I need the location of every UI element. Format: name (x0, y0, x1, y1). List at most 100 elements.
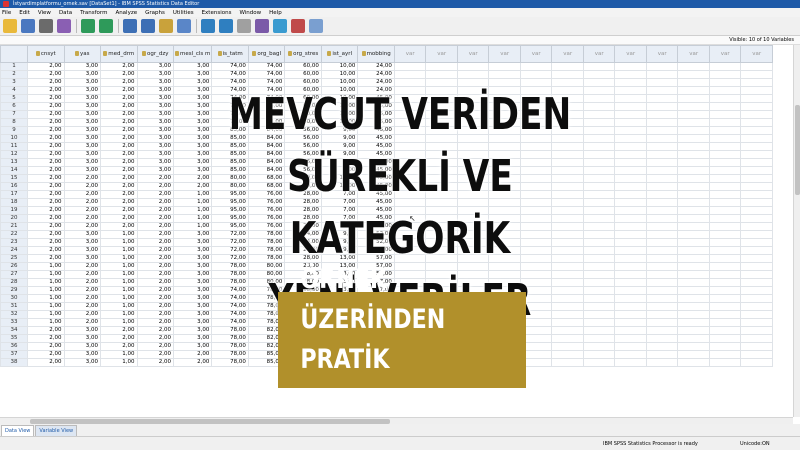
data-cell[interactable]: 2,00 (100, 70, 138, 79)
empty-cell[interactable] (740, 118, 773, 127)
empty-cell[interactable] (677, 134, 710, 143)
empty-cell[interactable] (677, 230, 710, 239)
row-number[interactable]: 32 (0, 310, 28, 319)
empty-cell[interactable] (708, 302, 742, 311)
menu-item-transform[interactable]: Transform (80, 10, 107, 16)
data-cell[interactable]: 3,00 (63, 78, 101, 87)
empty-cell[interactable] (677, 246, 710, 255)
data-cell[interactable]: 2,00 (136, 198, 174, 207)
empty-cell[interactable] (708, 254, 742, 263)
data-cell[interactable]: 2,00 (27, 110, 65, 119)
data-cell[interactable]: 74,00 (211, 70, 249, 79)
empty-cell[interactable] (677, 294, 710, 303)
data-cell[interactable]: 2,00 (100, 78, 138, 87)
empty-cell[interactable] (677, 318, 710, 327)
data-cell[interactable]: 3,00 (63, 342, 101, 351)
data-cell[interactable]: 1,00 (100, 270, 138, 279)
empty-cell[interactable] (677, 174, 710, 183)
data-cell[interactable]: 60,00 (284, 62, 322, 71)
data-cell[interactable]: 3,00 (63, 358, 101, 367)
empty-column-header[interactable]: var (456, 45, 490, 63)
empty-cell[interactable] (645, 158, 679, 167)
empty-cell[interactable] (677, 206, 710, 215)
empty-cell[interactable] (740, 350, 773, 359)
data-cell[interactable]: 2,00 (136, 318, 174, 327)
data-cell[interactable]: 2,00 (136, 342, 174, 351)
row-number[interactable]: 8 (0, 118, 28, 127)
column-header[interactable]: is_tatm (211, 45, 249, 63)
empty-cell[interactable] (708, 358, 742, 367)
row-number[interactable]: 9 (0, 126, 28, 135)
redo-icon[interactable] (99, 19, 113, 33)
row-number[interactable]: 11 (0, 142, 28, 151)
empty-cell[interactable] (677, 334, 710, 343)
vertical-scrollbar[interactable] (793, 45, 800, 417)
data-cell[interactable]: 2,00 (27, 174, 65, 183)
empty-cell[interactable] (645, 182, 679, 191)
empty-cell[interactable] (708, 342, 742, 351)
row-number[interactable]: 33 (0, 318, 28, 327)
empty-cell[interactable] (519, 70, 553, 79)
empty-cell[interactable] (614, 126, 647, 135)
data-cell[interactable]: 2,00 (100, 206, 138, 215)
empty-cell[interactable] (488, 70, 521, 79)
empty-cell[interactable] (677, 158, 710, 167)
empty-cell[interactable] (677, 326, 710, 335)
empty-cell[interactable] (614, 118, 647, 127)
empty-cell[interactable] (708, 174, 742, 183)
data-cell[interactable]: 2,00 (27, 190, 65, 199)
column-header[interactable]: mobbing (357, 45, 395, 63)
row-number[interactable]: 2 (0, 70, 28, 79)
insert-cases-icon[interactable] (201, 19, 215, 33)
empty-cell[interactable] (488, 62, 521, 71)
data-cell[interactable]: 2,00 (100, 342, 138, 351)
menu-item-analyze[interactable]: Analyze (115, 10, 137, 16)
empty-cell[interactable] (708, 262, 742, 271)
data-cell[interactable]: 2,00 (136, 206, 174, 215)
empty-cell[interactable] (645, 230, 679, 239)
row-number[interactable]: 25 (0, 254, 28, 263)
data-cell[interactable]: 2,00 (100, 222, 138, 231)
empty-cell[interactable] (677, 342, 710, 351)
empty-cell[interactable] (740, 278, 773, 287)
data-cell[interactable]: 2,00 (136, 262, 174, 271)
data-cell[interactable]: 2,00 (27, 350, 65, 359)
empty-cell[interactable] (740, 94, 773, 103)
data-cell[interactable]: 2,00 (100, 182, 138, 191)
data-cell[interactable]: 2,00 (63, 270, 101, 279)
empty-cell[interactable] (708, 278, 742, 287)
column-header[interactable]: cnsyt (27, 45, 65, 63)
data-cell[interactable]: 3,00 (63, 110, 101, 119)
data-cell[interactable]: 3,00 (136, 94, 174, 103)
row-number[interactable]: 22 (0, 230, 28, 239)
data-cell[interactable]: 2,00 (136, 246, 174, 255)
empty-column-header[interactable]: var (614, 45, 647, 63)
data-cell[interactable]: 2,00 (136, 334, 174, 343)
empty-cell[interactable] (740, 158, 773, 167)
empty-cell[interactable] (645, 270, 679, 279)
empty-cell[interactable] (614, 310, 647, 319)
data-cell[interactable]: 2,00 (63, 174, 101, 183)
empty-cell[interactable] (708, 190, 742, 199)
data-cell[interactable]: 3,00 (136, 142, 174, 151)
empty-cell[interactable] (677, 262, 710, 271)
row-number[interactable]: 37 (0, 350, 28, 359)
empty-cell[interactable] (614, 198, 647, 207)
empty-cell[interactable] (740, 62, 773, 71)
empty-cell[interactable] (614, 102, 647, 111)
empty-cell[interactable] (740, 254, 773, 263)
empty-cell[interactable] (740, 334, 773, 343)
data-cell[interactable]: 2,00 (136, 350, 174, 359)
empty-cell[interactable] (740, 262, 773, 271)
data-cell[interactable]: 74,00 (247, 62, 286, 71)
empty-cell[interactable] (551, 70, 584, 79)
tab-data-view[interactable]: Data View (1, 425, 35, 436)
row-number[interactable]: 21 (0, 222, 28, 231)
empty-cell[interactable] (645, 222, 679, 231)
empty-cell[interactable] (708, 118, 742, 127)
empty-cell[interactable] (708, 286, 742, 295)
empty-cell[interactable] (708, 246, 742, 255)
empty-cell[interactable] (645, 110, 679, 119)
empty-cell[interactable] (740, 214, 773, 223)
data-cell[interactable]: 3,00 (63, 118, 101, 127)
